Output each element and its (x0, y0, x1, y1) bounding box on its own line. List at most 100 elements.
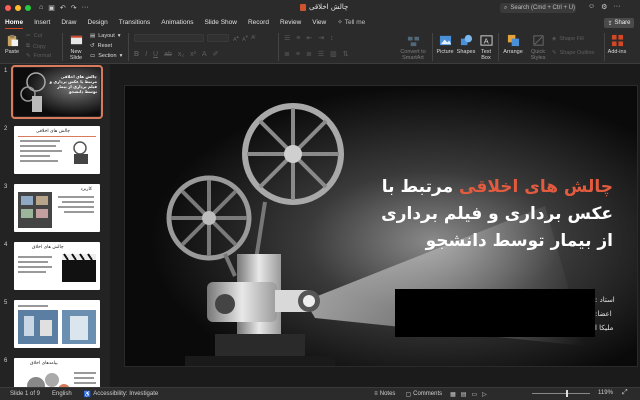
undo-icon[interactable]: ↶ (60, 4, 66, 12)
overflow-icon[interactable]: ··· (613, 3, 620, 11)
slide-editing-area[interactable]: چالش های اخلاقی مرتبط با عکس برداری و فی… (110, 64, 640, 387)
redo-icon[interactable]: ↷ (71, 4, 77, 12)
tab-review[interactable]: Review (280, 16, 301, 30)
shapes-icon (460, 34, 472, 46)
zoom-window-button[interactable] (25, 5, 31, 11)
reset-label: Reset (97, 43, 112, 49)
slideshow-icon[interactable]: ▷ (482, 391, 487, 398)
font-color-icon[interactable]: A (202, 51, 207, 58)
more-icon[interactable]: ··· (82, 4, 89, 12)
tab-home[interactable]: Home (5, 16, 24, 30)
share-button[interactable]: ⇪ Share (604, 18, 634, 28)
font-name-select[interactable] (134, 34, 204, 42)
slide-thumbnail-5[interactable] (14, 300, 100, 348)
text-direction-icon[interactable]: ⇅ (343, 50, 349, 58)
slide-sorter-icon[interactable]: ▤ (461, 391, 467, 398)
minimize-window-button[interactable] (15, 5, 21, 11)
justify-icon[interactable]: ☰ (318, 50, 324, 58)
tab-record[interactable]: Record (248, 16, 269, 30)
share-icon: ⇪ (607, 20, 613, 27)
section-button[interactable]: ▭ Section ▾ (90, 53, 122, 59)
reset-button[interactable]: ↺ Reset (90, 43, 112, 49)
numbering-icon[interactable]: ≡ (296, 35, 300, 42)
bullets-icon[interactable]: ☰ (284, 34, 290, 42)
shape-outline-button[interactable]: ✎ Shape Outline (552, 50, 594, 56)
slide-thumbnail-3[interactable]: کاربرد (14, 184, 100, 232)
highlight-icon[interactable]: ✐ (213, 50, 219, 58)
tab-design[interactable]: Design (88, 16, 108, 30)
zoom-level[interactable]: 119% (598, 390, 613, 396)
current-slide[interactable]: چالش های اخلاقی مرتبط با عکس برداری و فی… (124, 85, 638, 367)
home-icon[interactable]: ⌂ (39, 4, 43, 12)
redacted-subtitle-box[interactable] (395, 289, 595, 337)
arrange-button[interactable]: Arrange (502, 34, 524, 55)
format-painter-button[interactable]: ✎ Format (26, 53, 51, 59)
quick-styles-button[interactable]: Quick Styles (527, 34, 549, 61)
underline-icon[interactable]: U (153, 51, 158, 58)
accessibility-button[interactable]: ♿ Accessibility: Investigate (84, 391, 159, 398)
thumbnail-number: 4 (4, 242, 8, 248)
comments-button[interactable]: ▢ Comments (405, 391, 442, 398)
text-box-button[interactable]: A Text Box (478, 34, 494, 61)
add-ins-label: Add-ins (607, 49, 627, 55)
tab-animations[interactable]: Animations (161, 16, 193, 30)
picture-button[interactable]: Picture (436, 34, 454, 55)
slide-title-placeholder[interactable]: چالش های اخلاقی مرتبط با عکس برداری و فی… (333, 174, 613, 255)
reading-view-icon[interactable]: ▭ (471, 391, 477, 398)
superscript-icon[interactable]: x² (190, 51, 196, 58)
slide-thumbnail-1[interactable]: چالش های اخلاقی مرتبط با عکس برداری و فی… (11, 65, 103, 119)
align-right-icon[interactable]: ≣ (306, 50, 312, 58)
tell-me-box[interactable]: ✧ Tell me (337, 16, 365, 30)
tab-transitions[interactable]: Transitions (119, 16, 151, 30)
decrease-font-icon[interactable]: A▾ (242, 34, 248, 43)
new-slide-button[interactable]: New Slide (66, 34, 86, 61)
layout-button[interactable]: ▤ Layout ▾ (90, 33, 120, 39)
fit-to-window-icon[interactable]: ⤢ (622, 389, 628, 397)
tab-draw[interactable]: Draw (61, 16, 76, 30)
columns-icon[interactable]: ▥ (330, 50, 337, 58)
increase-font-icon[interactable]: A▴ (233, 34, 239, 43)
language-indicator[interactable]: English (52, 391, 72, 397)
strikethrough-icon[interactable]: ab (164, 51, 172, 58)
close-window-button[interactable] (5, 5, 11, 11)
picture-label: Picture (436, 49, 454, 55)
copy-button[interactable]: ⧉ Copy (26, 43, 46, 50)
convert-to-smartart-button[interactable]: Convert to SmartArt (396, 34, 430, 61)
comments-label: Comments (413, 391, 443, 397)
settings-icon[interactable]: ⚙ (601, 3, 607, 11)
tab-view[interactable]: View (312, 16, 326, 30)
tab-slide-show[interactable]: Slide Show (204, 16, 237, 30)
notes-button[interactable]: ≡ Notes (374, 391, 395, 397)
italic-icon[interactable]: I (145, 51, 147, 58)
paste-button[interactable]: Paste (4, 34, 20, 55)
share-person-icon[interactable]: ☺ (588, 3, 595, 11)
save-icon[interactable]: ▣ (48, 4, 55, 12)
accessibility-icon: ♿ (83, 391, 92, 398)
increase-indent-icon[interactable]: ⇥ (318, 34, 324, 42)
document-title: چالش اخلاقی (300, 3, 348, 11)
search-box[interactable]: ⌕ Search (Cmd + Ctrl + U) (500, 3, 576, 13)
separator (128, 33, 129, 61)
bold-icon[interactable]: B (134, 51, 139, 58)
font-size-select[interactable] (207, 34, 229, 42)
shapes-button[interactable]: Shapes (457, 34, 475, 55)
subtitle-line-1: استاد : (595, 296, 615, 304)
subscript-icon[interactable]: x₂ (178, 51, 184, 58)
line-spacing-icon[interactable]: ↕ (330, 35, 334, 42)
align-center-icon[interactable]: ≡ (296, 51, 300, 58)
clear-format-icon[interactable]: A̸ (251, 35, 255, 41)
view-buttons: ▦ ▤ ▭ ▷ (450, 391, 487, 398)
shape-fill-button[interactable]: ◈ Shape Fill (552, 36, 584, 42)
search-placeholder: Search (Cmd + Ctrl + U) (510, 5, 576, 11)
align-left-icon[interactable]: ≣ (284, 50, 290, 58)
add-ins-button[interactable]: Add-ins (606, 34, 628, 55)
normal-view-icon[interactable]: ▦ (450, 391, 456, 398)
slide-thumbnail-2[interactable]: چالش های اخلاقی (14, 126, 100, 174)
cut-button[interactable]: ✂ Cut (26, 33, 42, 39)
zoom-slider[interactable] (532, 393, 590, 394)
zoom-slider-handle[interactable] (566, 390, 568, 397)
slide-thumbnail-4[interactable]: چالش های اخلاق (14, 242, 100, 290)
decrease-indent-icon[interactable]: ⇤ (306, 34, 312, 42)
tab-insert[interactable]: Insert (34, 16, 50, 30)
slide-thumbnail-6[interactable]: پیامدهای اخلاق (14, 358, 100, 387)
